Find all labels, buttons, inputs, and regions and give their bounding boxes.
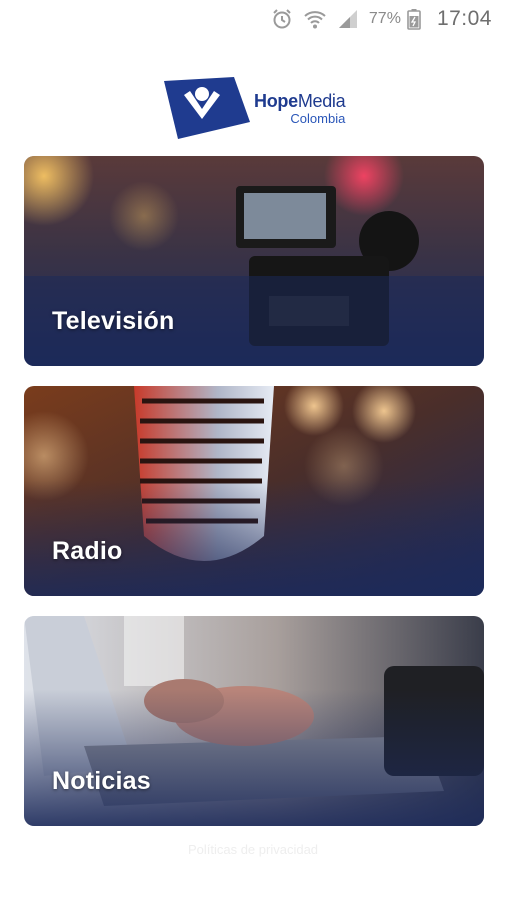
wifi-icon [303, 8, 327, 30]
card-television[interactable]: Televisión [24, 156, 484, 366]
status-icons: 77% 17:04 [271, 6, 492, 32]
battery-percent: 77% [368, 10, 401, 27]
card-television-label: Televisión [52, 307, 175, 335]
status-bar: 77% 17:04 [0, 0, 506, 38]
card-noticias-label: Noticias [52, 767, 151, 795]
card-radio-label: Radio [52, 537, 123, 565]
clock: 17:04 [436, 7, 492, 30]
logo-brand-bold: Hope [254, 90, 298, 111]
privacy-policy-link[interactable]: Políticas de privacidad [0, 842, 506, 857]
card-radio[interactable]: Radio [24, 386, 484, 596]
logo-text: HopeMedia Colombia [254, 90, 346, 126]
signal-icon [337, 8, 359, 30]
battery-icon [407, 8, 421, 30]
card-noticias[interactable]: Noticias [24, 616, 484, 826]
logo-brand-light: Media [297, 90, 346, 111]
logo-subtitle: Colombia [290, 110, 346, 126]
logo-title: HopeMedia [254, 90, 346, 111]
logo-mark-icon [164, 77, 250, 139]
hopemedia-logo: HopeMedia Colombia [164, 76, 354, 140]
alarm-icon [271, 8, 293, 30]
